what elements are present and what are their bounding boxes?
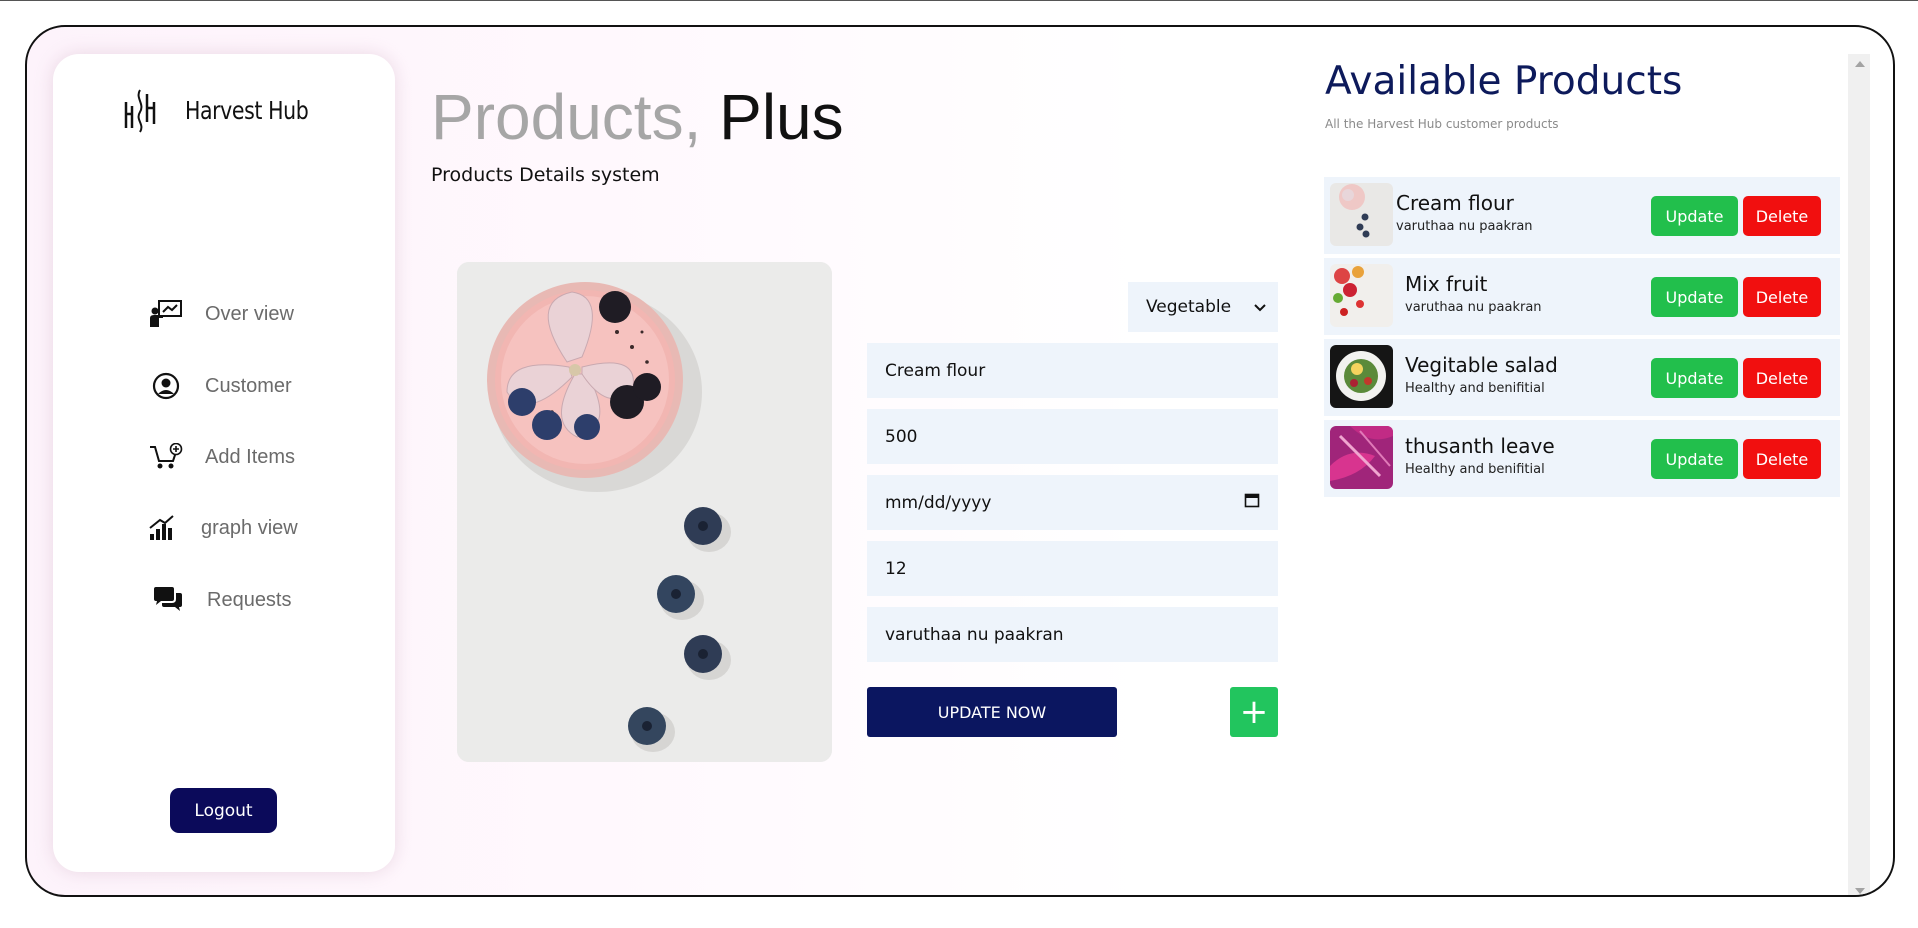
update-button[interactable]: Update: [1651, 196, 1738, 236]
product-name: Mix fruit: [1405, 272, 1488, 296]
add-product-button[interactable]: +: [1230, 687, 1278, 737]
sidebar-item-graph-view[interactable]: graph view: [145, 508, 298, 548]
sidebar-item-label: graph view: [201, 516, 298, 539]
salad-thumb: [1330, 345, 1393, 408]
brand-name: Harvest Hub: [185, 95, 309, 125]
list-item: thusanth leave Healthy and benifitial Up…: [1324, 420, 1840, 497]
product-name: thusanth leave: [1405, 434, 1555, 458]
chat-icon: [151, 583, 185, 617]
product-name: Vegitable salad: [1405, 353, 1558, 377]
product-name: Cream flour: [1396, 191, 1514, 215]
update-button[interactable]: Update: [1651, 358, 1738, 398]
cream-flour-thumb: [1330, 183, 1393, 246]
scrollbar[interactable]: [1848, 54, 1870, 895]
sidebar-item-customer[interactable]: Customer: [149, 366, 292, 406]
logout-button[interactable]: Logout: [170, 788, 277, 833]
sidebar: Harvest Hub Over view Customer Add Items…: [53, 54, 395, 872]
page-title-part2: Plus: [719, 81, 844, 153]
quantity-field[interactable]: 500: [867, 409, 1278, 464]
chevron-down-icon: [1254, 297, 1266, 317]
scroll-up-arrow-icon[interactable]: [1855, 61, 1865, 67]
delete-button[interactable]: Delete: [1743, 196, 1821, 236]
scroll-down-arrow-icon[interactable]: [1855, 888, 1865, 894]
page-title-part1: Products,: [431, 81, 702, 153]
product-name-field[interactable]: Cream flour: [867, 343, 1278, 398]
list-item: Mix fruit varuthaa nu paakran Update Del…: [1324, 258, 1840, 335]
window-top-border: [0, 0, 1918, 1]
sidebar-item-label: Requests: [207, 588, 292, 611]
presentation-icon: [149, 297, 183, 331]
brand[interactable]: Harvest Hub: [123, 82, 335, 138]
delete-button[interactable]: Delete: [1743, 439, 1821, 479]
sidebar-item-add-items[interactable]: Add Items: [149, 437, 295, 477]
sidebar-item-label: Over view: [205, 302, 294, 325]
sidebar-item-label: Add Items: [205, 445, 296, 468]
update-button[interactable]: Update: [1651, 277, 1738, 317]
harvest-hub-logo-icon: [124, 89, 156, 133]
cart-plus-icon: [149, 440, 183, 474]
category-select[interactable]: Vegetable: [1128, 282, 1278, 332]
quantity-value: 500: [885, 426, 918, 447]
calendar-icon[interactable]: [1244, 492, 1260, 513]
product-desc: varuthaa nu paakran: [1405, 300, 1542, 315]
price-value: 12: [885, 558, 907, 579]
product-desc: Healthy and benifitial: [1405, 381, 1545, 396]
product-desc: Healthy and benifitial: [1405, 462, 1545, 477]
update-button[interactable]: Update: [1651, 439, 1738, 479]
bar-chart-icon: [145, 511, 179, 545]
available-products-subtitle: All the Harvest Hub customer products: [1325, 117, 1559, 131]
sidebar-item-label: Customer: [205, 374, 292, 397]
app-frame: Harvest Hub Over view Customer Add Items…: [25, 25, 1895, 897]
user-circle-icon: [149, 369, 183, 403]
page-title: Products, Plus: [431, 79, 844, 156]
sidebar-item-overview[interactable]: Over view: [149, 294, 294, 334]
description-value: varuthaa nu paakran: [885, 624, 1064, 645]
page-subtitle: Products Details system: [431, 164, 660, 186]
description-field[interactable]: varuthaa nu paakran: [867, 607, 1278, 662]
available-products-title: Available Products: [1325, 59, 1683, 104]
list-item: Vegitable salad Healthy and benifitial U…: [1324, 339, 1840, 416]
price-field[interactable]: 12: [867, 541, 1278, 596]
delete-button[interactable]: Delete: [1743, 358, 1821, 398]
date-value: mm/dd/yyyy: [885, 492, 992, 513]
delete-button[interactable]: Delete: [1743, 277, 1821, 317]
date-field[interactable]: mm/dd/yyyy: [867, 475, 1278, 530]
category-select-value: Vegetable: [1146, 297, 1232, 317]
sidebar-item-requests[interactable]: Requests: [151, 580, 292, 620]
leaves-thumb: [1330, 426, 1393, 489]
mix-fruit-thumb: [1330, 264, 1393, 327]
product-image: [457, 262, 832, 762]
list-item: Cream flour varuthaa nu paakran Update D…: [1324, 177, 1840, 254]
update-now-button[interactable]: UPDATE NOW: [867, 687, 1117, 737]
product-name-value: Cream flour: [885, 360, 986, 381]
product-desc: varuthaa nu paakran: [1396, 219, 1533, 234]
